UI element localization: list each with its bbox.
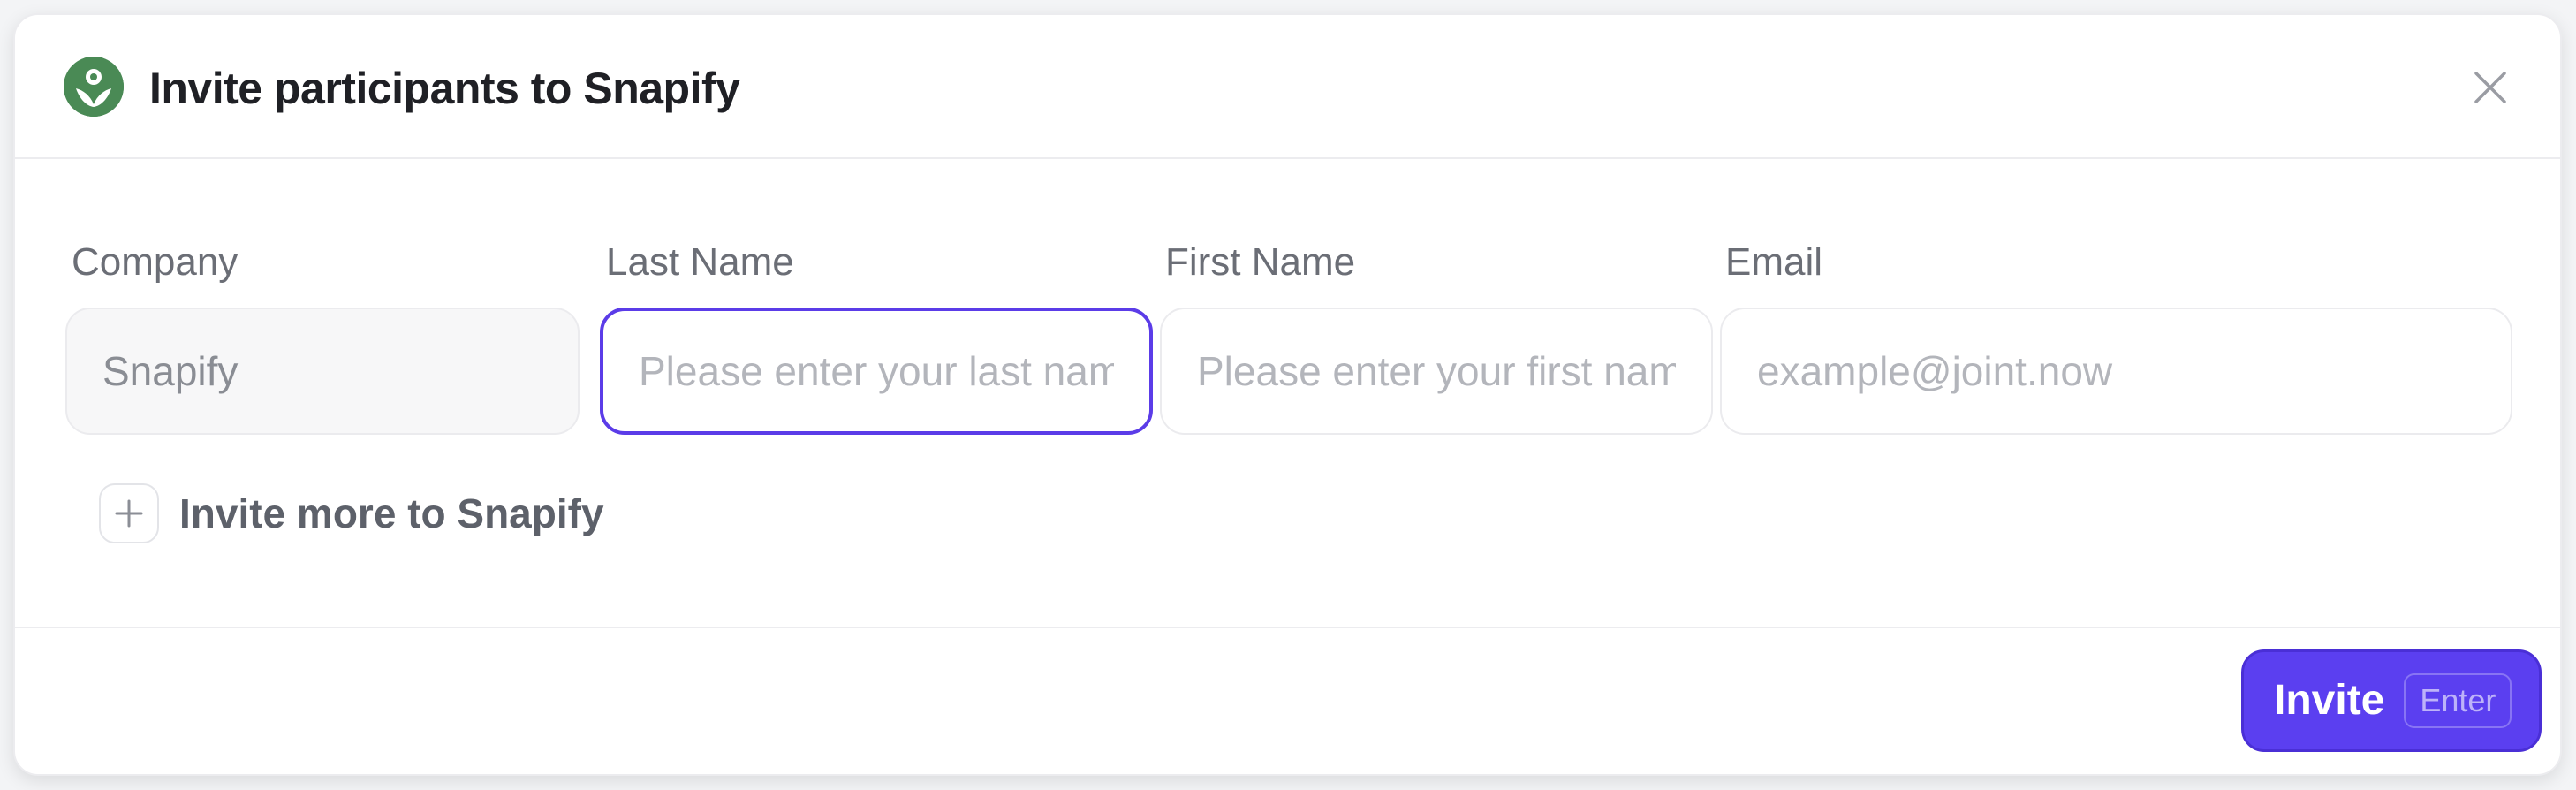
- enter-shortcut-badge: Enter: [2404, 673, 2512, 728]
- company-field[interactable]: [65, 308, 580, 435]
- first-name-label: First Name: [1165, 240, 1356, 284]
- close-icon[interactable]: [2469, 66, 2512, 109]
- company-label: Company: [72, 240, 239, 284]
- leaf-person-icon: [64, 57, 124, 117]
- email-field[interactable]: [1720, 308, 2512, 435]
- dialog-header: Invite participants to Snapify: [15, 15, 2560, 159]
- last-name-field[interactable]: [600, 308, 1153, 435]
- invite-dialog: Invite participants to Snapify Company L…: [13, 13, 2562, 776]
- invite-button-label: Invite: [2274, 677, 2385, 724]
- invite-more-label: Invite more to Snapify: [179, 490, 604, 536]
- last-name-label: Last Name: [606, 240, 794, 284]
- footer-divider: [15, 627, 2560, 628]
- invite-more-button[interactable]: Invite more to Snapify: [99, 482, 604, 545]
- dialog-title: Invite participants to Snapify: [149, 64, 740, 113]
- email-label: Email: [1725, 240, 1823, 284]
- invite-button[interactable]: Invite Enter: [2241, 649, 2542, 752]
- first-name-field[interactable]: [1160, 308, 1713, 435]
- plus-icon: [99, 483, 159, 543]
